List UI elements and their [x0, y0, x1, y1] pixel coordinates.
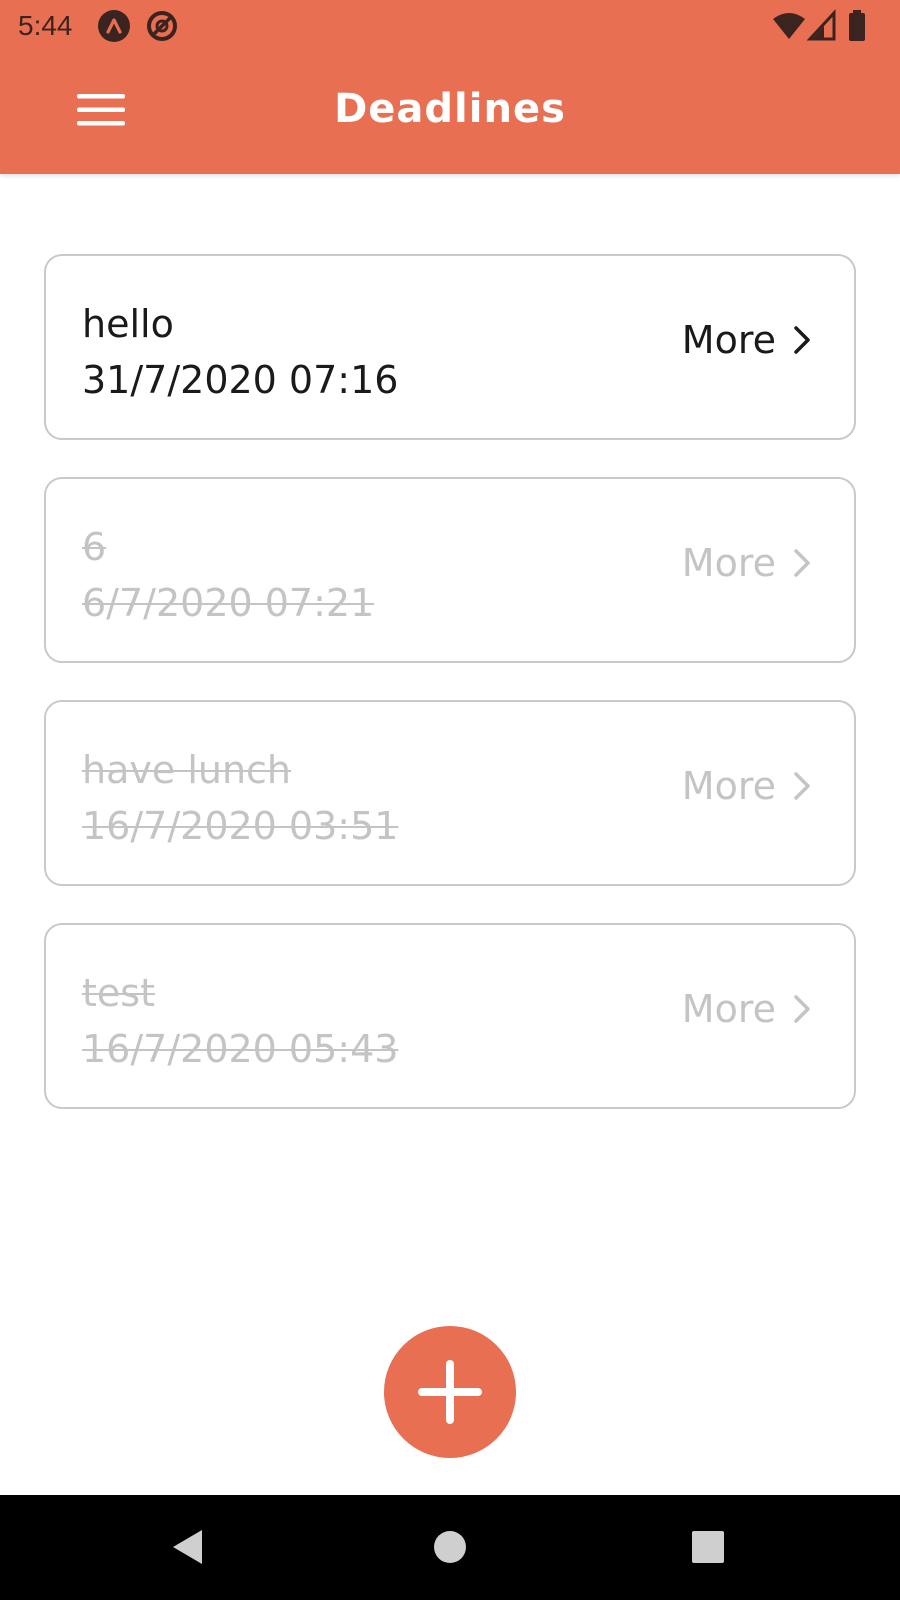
wifi-icon [773, 13, 805, 39]
home-button[interactable] [418, 1515, 482, 1579]
chevron-right-icon [794, 326, 810, 354]
deadline-date: 6/7/2020 07:21 [82, 581, 375, 625]
more-label: More [681, 318, 776, 362]
deadline-card-completed[interactable]: 6 6/7/2020 07:21 More [44, 477, 856, 663]
deadline-title: hello [82, 302, 174, 346]
deadline-title: 6 [82, 525, 107, 569]
more-label: More [681, 541, 776, 585]
more-label: More [681, 987, 776, 1031]
add-deadline-button[interactable] [384, 1326, 516, 1458]
signal-icon [806, 9, 836, 41]
deadline-text: 6 6/7/2020 07:21 [82, 519, 374, 631]
deadline-card-completed[interactable]: test 16/7/2020 05:43 More [44, 923, 856, 1109]
chevron-right-icon [794, 772, 810, 800]
deadline-list: hello 31/7/2020 07:16 More 6 6/7/2020 07… [44, 254, 856, 1146]
page-title: Deadlines [334, 86, 566, 132]
plus-icon [418, 1360, 482, 1424]
app-screen: 5:44 Deadlines hello 31/7/2020 07:16 Mor… [0, 0, 900, 1600]
more-button[interactable]: More [682, 318, 814, 362]
recents-button[interactable] [676, 1515, 740, 1579]
back-button[interactable] [156, 1515, 220, 1579]
more-button[interactable]: More [682, 541, 814, 585]
notification-sync-icon [147, 11, 177, 41]
app-bar: Deadlines [0, 52, 900, 174]
status-time: 5:44 [18, 10, 73, 41]
more-label: More [681, 764, 776, 808]
deadline-card[interactable]: hello 31/7/2020 07:16 More [44, 254, 856, 440]
back-icon [173, 1530, 202, 1564]
deadline-text: hello 31/7/2020 07:16 [82, 296, 398, 408]
chevron-right-icon [794, 549, 810, 577]
recents-icon [692, 1531, 724, 1563]
deadline-title: have lunch [82, 748, 292, 792]
home-icon [434, 1531, 466, 1563]
navigation-bar [0, 1495, 900, 1600]
deadline-title: test [82, 971, 155, 1015]
deadline-date: 16/7/2020 03:51 [82, 804, 399, 848]
chevron-right-icon [794, 995, 810, 1023]
deadline-date: 16/7/2020 05:43 [82, 1027, 399, 1071]
deadline-date: 31/7/2020 07:16 [82, 358, 399, 402]
deadline-text: have lunch 16/7/2020 03:51 [82, 742, 398, 854]
battery-icon [849, 10, 865, 41]
notification-app-icon [98, 10, 130, 42]
deadline-text: test 16/7/2020 05:43 [82, 965, 398, 1077]
status-bar: 5:44 [0, 0, 900, 52]
more-button[interactable]: More [682, 987, 814, 1031]
deadline-card-completed[interactable]: have lunch 16/7/2020 03:51 More [44, 700, 856, 886]
more-button[interactable]: More [682, 764, 814, 808]
